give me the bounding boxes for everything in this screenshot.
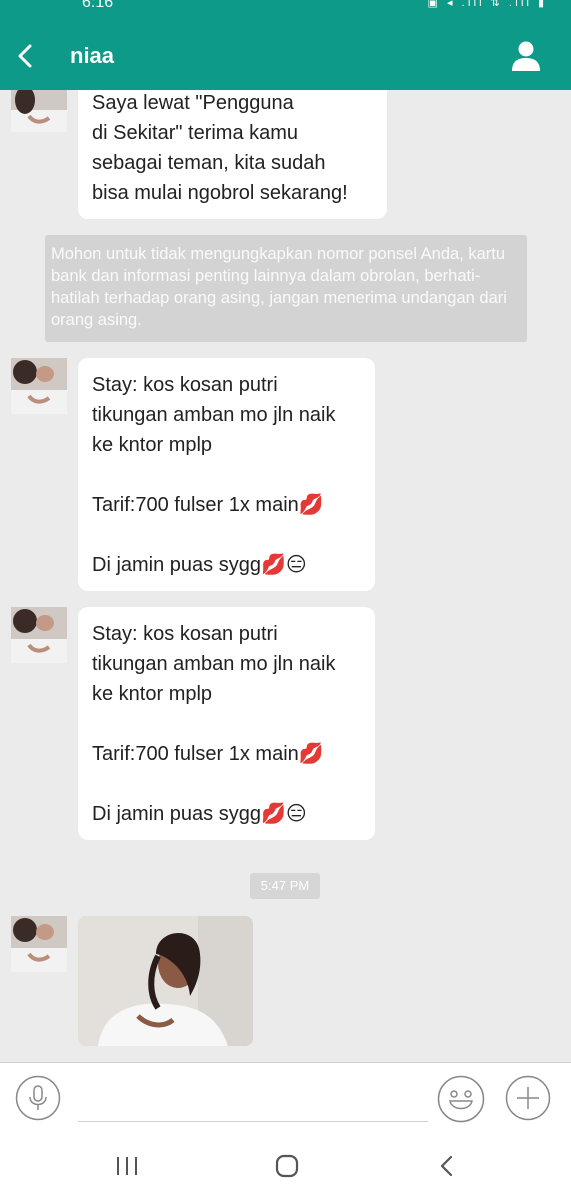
voice-button[interactable] — [15, 1075, 61, 1121]
message-bubble-3[interactable]: Stay: kos kosan putri tikungan amban mo … — [78, 607, 375, 840]
status-bar: 6:16 ▣ ◂ .ıll ⇅ .ıll ▮ — [0, 0, 571, 14]
plus-icon — [505, 1075, 551, 1121]
avatar-photo — [11, 916, 67, 972]
avatar-photo — [11, 358, 67, 414]
nav-back-button[interactable] — [436, 1152, 458, 1180]
smiley-icon — [437, 1075, 485, 1123]
chat-area[interactable]: Saya lewat "Pengguna di Sekitar" terima … — [0, 90, 571, 1062]
microphone-icon — [15, 1075, 61, 1121]
status-icons: ▣ ◂ .ıll ⇅ .ıll ▮ — [427, 0, 547, 9]
contact-name[interactable]: niaa — [70, 43, 114, 69]
chat-header: niaa — [0, 14, 571, 90]
shared-photo — [78, 916, 253, 1046]
contact-avatar[interactable] — [11, 358, 67, 414]
profile-button[interactable] — [508, 38, 544, 74]
chevron-left-icon — [18, 44, 32, 68]
message-input[interactable] — [78, 1073, 428, 1122]
message-bubble-2[interactable]: Stay: kos kosan putri tikungan amban mo … — [78, 358, 375, 591]
status-time: 6:16 — [82, 0, 114, 11]
system-nav-bar — [0, 1132, 571, 1199]
system-notice: Mohon untuk tidak mengungkapkan nomor po… — [45, 235, 527, 342]
message-timestamp: 5:47 PM — [250, 873, 320, 899]
contact-avatar[interactable] — [11, 607, 67, 663]
home-button[interactable] — [272, 1152, 302, 1180]
image-message[interactable] — [78, 916, 253, 1046]
home-icon — [275, 1154, 299, 1178]
avatar-photo — [11, 607, 67, 663]
recent-apps-icon — [117, 1157, 137, 1175]
message-input-bar — [0, 1062, 571, 1132]
attach-button[interactable] — [505, 1075, 551, 1121]
contact-avatar[interactable] — [11, 916, 67, 972]
contact-avatar[interactable] — [11, 90, 67, 132]
emoji-button[interactable] — [437, 1075, 485, 1123]
back-icon — [440, 1155, 453, 1177]
recent-apps-button[interactable] — [112, 1154, 142, 1178]
back-button[interactable] — [10, 38, 40, 74]
message-bubble-1[interactable]: Saya lewat "Pengguna di Sekitar" terima … — [78, 90, 387, 219]
avatar-photo — [11, 90, 67, 132]
person-icon — [512, 41, 540, 71]
